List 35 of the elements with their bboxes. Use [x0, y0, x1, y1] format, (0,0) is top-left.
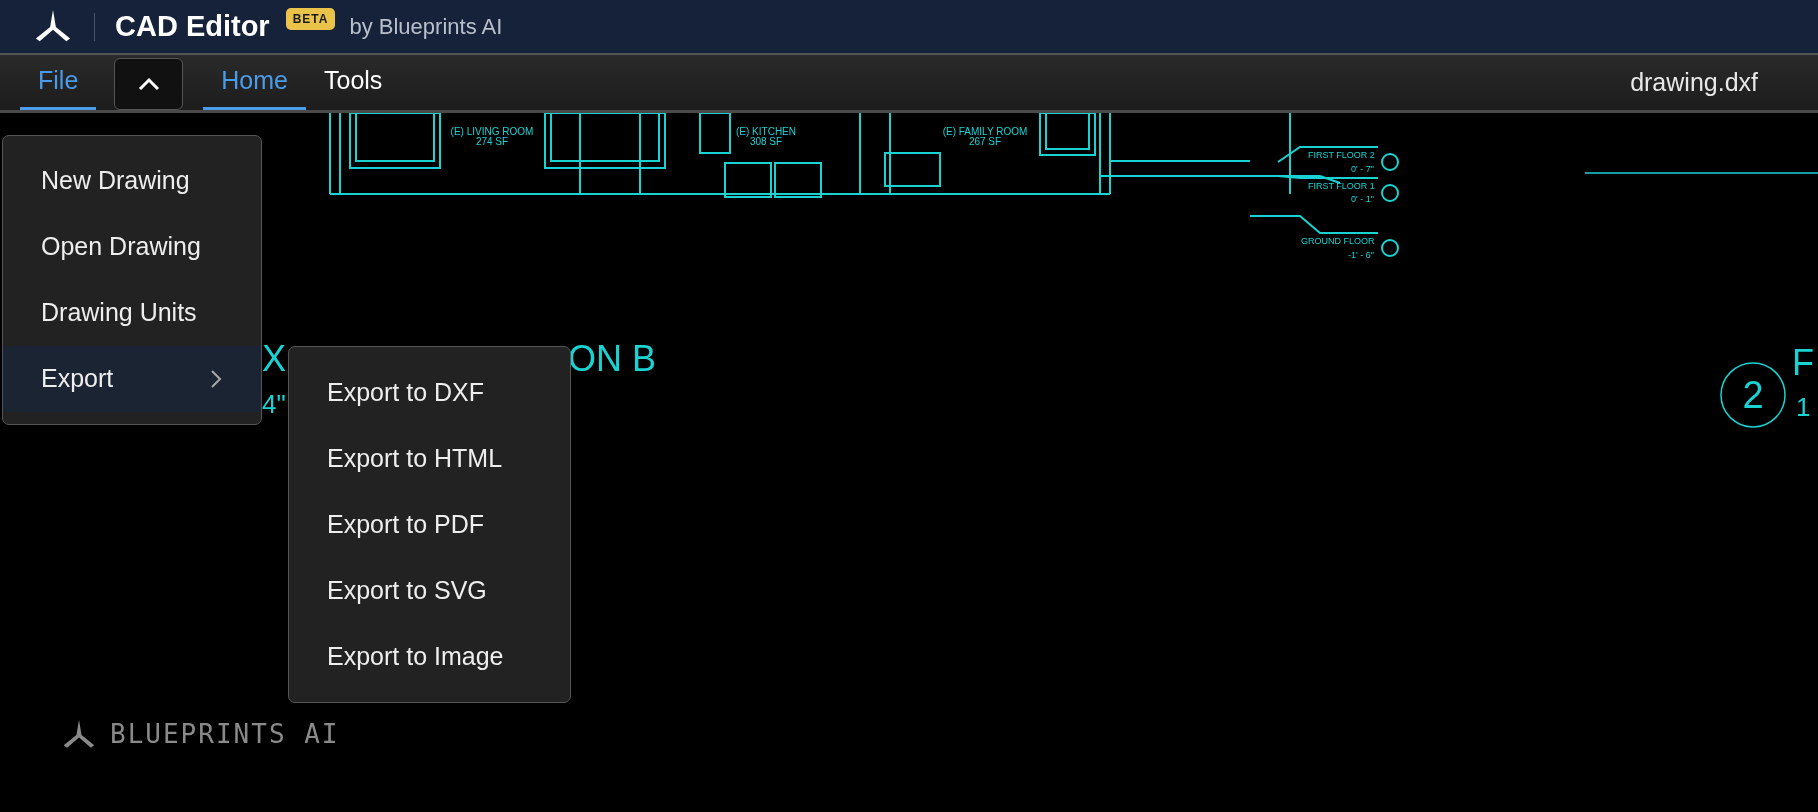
drawing-label: ON B: [568, 338, 656, 379]
drawing-label: 1: [1796, 392, 1811, 422]
drawing-label: 274 SF: [475, 136, 509, 147]
drawing-label: X: [262, 338, 286, 379]
menu-item[interactable]: Export to Image: [289, 624, 570, 690]
file-name: drawing.dxf: [1630, 66, 1758, 98]
menu-item[interactable]: Open Drawing: [3, 214, 261, 280]
drawing-label: 4": [262, 389, 286, 419]
menu-item[interactable]: Export: [3, 346, 261, 412]
app-title: CAD Editor: [115, 8, 270, 44]
drawing-label: 308 SF: [749, 136, 783, 147]
drawing-label: FIRST FLOOR 1: [1308, 181, 1375, 191]
menu-item[interactable]: New Drawing: [3, 148, 261, 214]
drawing-label: 2: [1742, 374, 1764, 416]
beta-badge: BETA: [285, 8, 336, 30]
drawing-label: 0' - 7": [1351, 164, 1374, 174]
tab[interactable]: Tools: [306, 55, 401, 110]
drawing-label: (E) KITCHEN: [736, 126, 796, 137]
menu-item[interactable]: Export to HTML: [289, 426, 570, 492]
drawing-label: GROUND FLOOR: [1301, 236, 1375, 246]
menu-item[interactable]: Export to DXF: [289, 360, 570, 426]
menu-item[interactable]: Export to PDF: [289, 492, 570, 558]
menu-tab[interactable]: File: [20, 55, 97, 110]
menu-item[interactable]: Drawing Units: [3, 280, 261, 346]
drawing-label: (E) FAMILY ROOM: [942, 126, 1028, 137]
drawing-label: -1' - 6": [1348, 250, 1374, 260]
drawing-label: 0' - 1": [1351, 194, 1374, 204]
brand-name: BLUEPRINTS AI: [110, 718, 340, 751]
drawing-label: F: [1792, 342, 1814, 383]
tab[interactable]: Home: [203, 55, 306, 110]
byline-text: by Blueprints AI: [349, 13, 503, 41]
menu-item[interactable]: Export to SVG: [289, 558, 570, 624]
drawing-label: (E) LIVING ROOM: [450, 126, 534, 137]
drawing-label: 267 SF: [968, 136, 1002, 147]
drawing-label: FIRST FLOOR 2: [1308, 150, 1375, 160]
